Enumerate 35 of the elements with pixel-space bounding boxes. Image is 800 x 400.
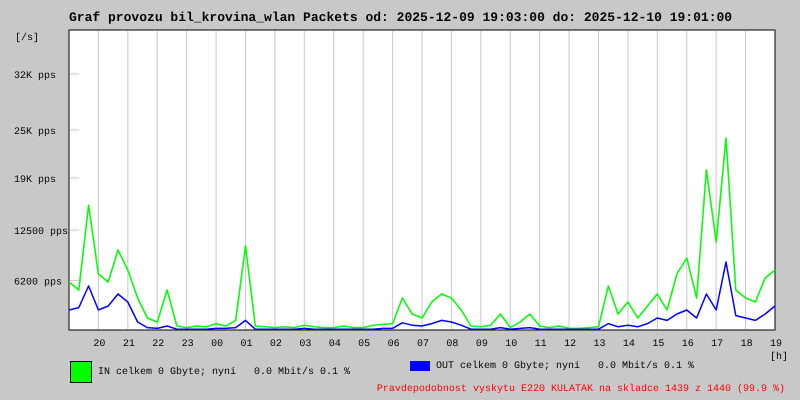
x-tick-label: 03 [299,339,312,350]
x-tick-label: 23 [182,339,194,350]
y-axis-unit: [/s] [15,33,40,44]
y-tick-label: 32K pps [14,71,56,82]
probability-note: Pravdepodobnost vyskytu E220 KULATAK na skladce 1439 z 1440 (99.9 %) [376,384,785,395]
x-axis-unit: [h] [770,352,788,361]
x-tick-label: 06 [388,339,400,350]
legend-label: OUT celkem 0 Gbyte; nyní 0.0 Mbit/s 0.1 % [436,361,694,372]
x-tick-label: 12 [564,339,576,350]
y-tick-label: 19K pps [14,175,56,186]
y-tick-label: 25K pps [14,127,56,138]
x-tick-label: 00 [211,339,224,350]
x-tick-label: 19 [770,339,782,350]
x-tick-label: 05 [358,339,370,350]
y-tick-label: 12500 pps [14,227,68,238]
x-tick-label: 15 [652,339,664,350]
x-tick-label: 22 [152,339,164,350]
x-tick-label: 08 [446,339,458,350]
x-tick-label: 16 [682,339,694,350]
x-tick-label: 20 [93,339,106,350]
x-tick-label: 02 [270,339,282,350]
x-tick-label: 14 [622,339,635,350]
x-tick-label: 09 [476,339,488,350]
x-tick-label: 13 [594,339,606,350]
x-tick-label: 10 [505,339,518,350]
x-tick-label: 21 [122,339,135,350]
x-tick-label: 01 [240,339,252,350]
x-tick-label: 11 [534,339,547,350]
x-tick-label: 04 [328,339,341,350]
x-tick-label: 18 [740,339,753,350]
legend-label: IN celkem 0 Gbyte; nyní 0.0 Mbit/s 0.1 % [98,366,350,378]
x-tick-label: 17 [711,339,724,350]
x-tick-label: 07 [417,339,429,350]
chart-title: Graf provozu bil_krovina_wlan Packets od: 2025-12-09 19:03:00 do: 2025-12-10 19:01:00 [69,10,732,25]
y-tick-label: 6200 pps [14,277,62,288]
